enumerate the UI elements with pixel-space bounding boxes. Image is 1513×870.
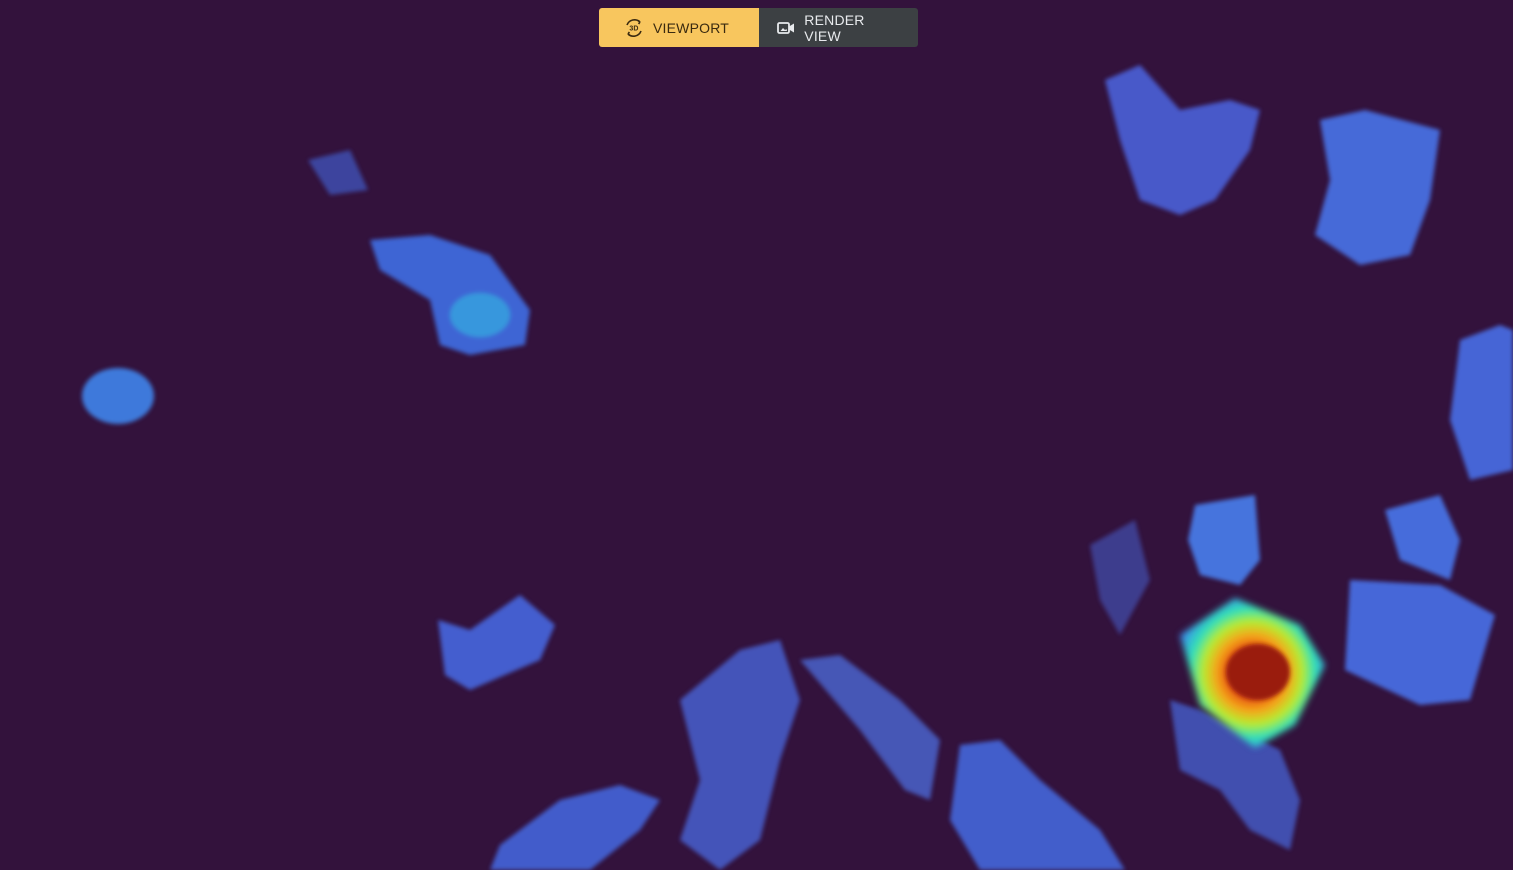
video-camera-icon [775, 17, 796, 39]
render-view-button[interactable]: RENDER VIEW [759, 8, 918, 47]
svg-text:3D: 3D [629, 25, 638, 32]
viewport-button[interactable]: 3D VIEWPORT [599, 8, 759, 47]
viewport-label: VIEWPORT [652, 19, 730, 36]
view-mode-toggle: 3D VIEWPORT RENDER VIEW [599, 8, 918, 47]
render-view-label: RENDER VIEW [804, 11, 865, 44]
3d-rotate-icon: 3D [623, 17, 645, 39]
depth-render-image [0, 0, 1513, 870]
render-canvas[interactable] [0, 0, 1513, 870]
